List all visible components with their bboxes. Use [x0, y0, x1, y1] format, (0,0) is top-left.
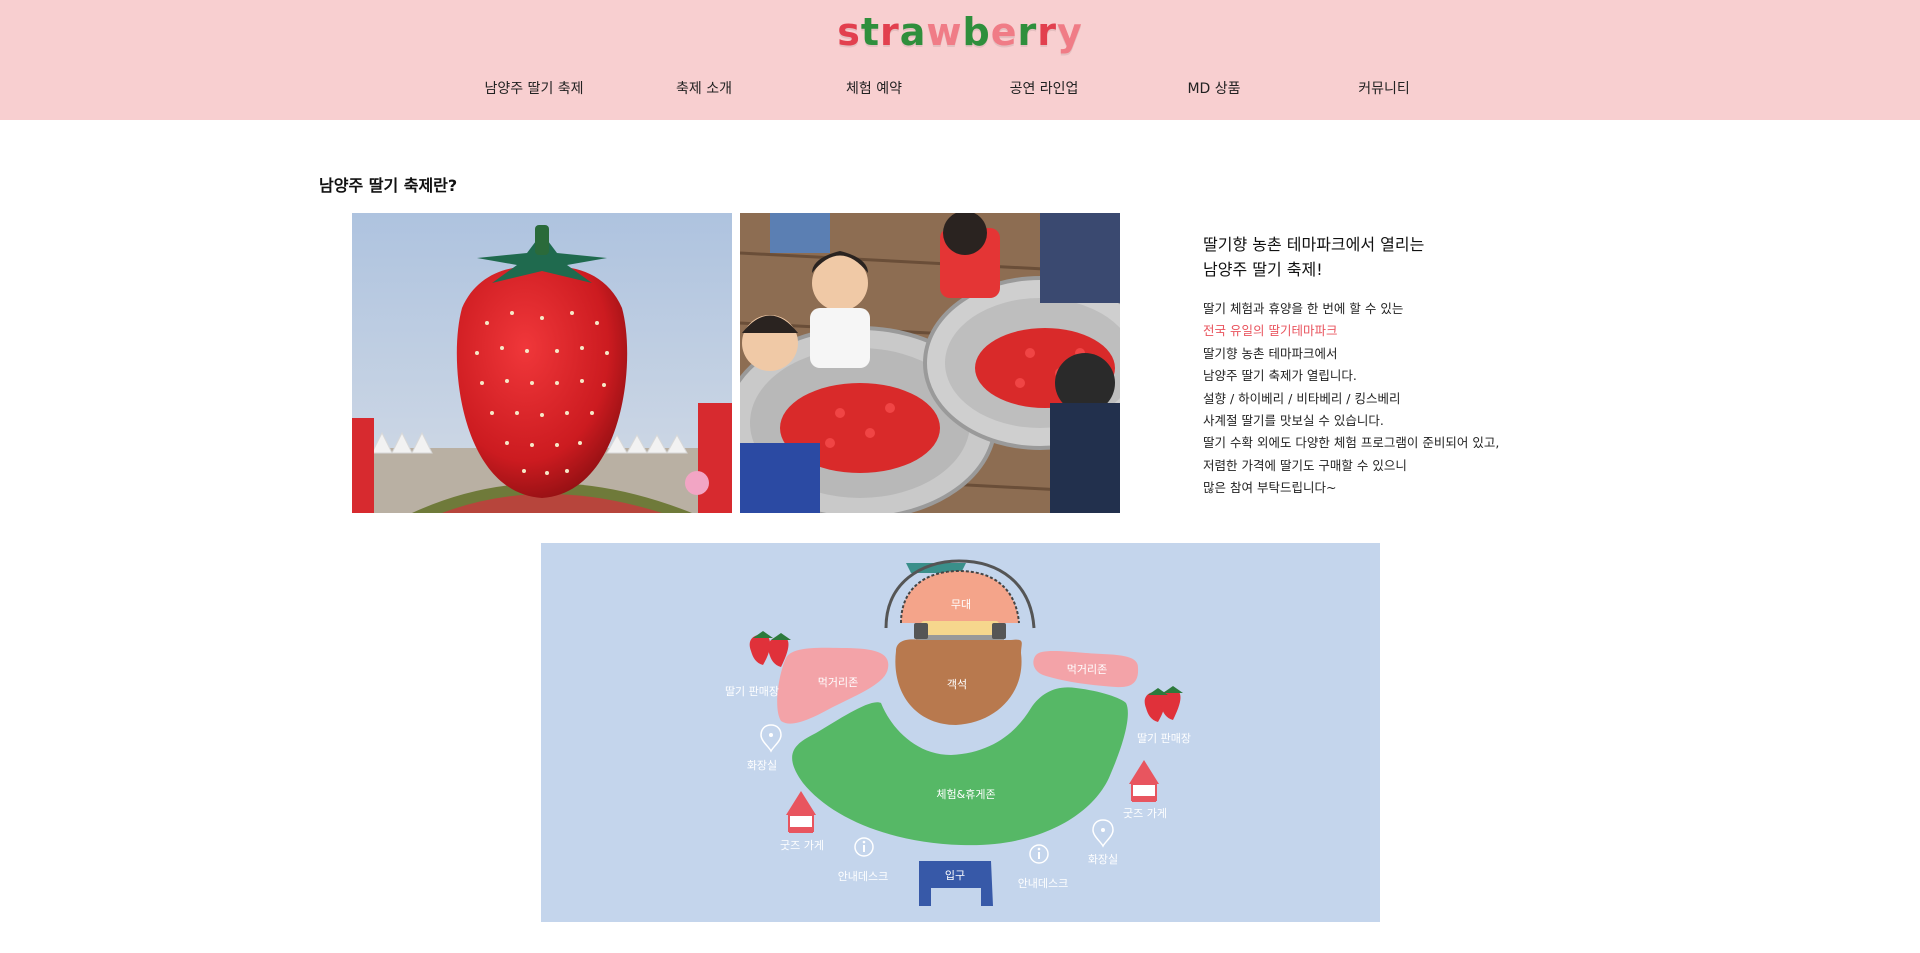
logo-letter: s: [837, 10, 861, 54]
festival-map: 무대 객석 먹거리존 먹거리존 체험&휴게존 입구 딸기 판매장 딸기 판매장 …: [541, 543, 1380, 922]
restroom-left[interactable]: 화장실: [747, 724, 782, 772]
children-strawberry-photo: [740, 213, 1120, 513]
site-header: s t r a w b e r r y 남양주 딸기 축제 축제 소개 체험 예…: [0, 0, 1920, 120]
info-left-label: 안내데스크: [838, 870, 889, 883]
intro-highlight-line: 전국 유일의 딸기테마파크: [1203, 323, 1338, 339]
logo-letter: y: [1057, 10, 1083, 54]
festival-intro: 딸기향 농촌 테마파크에서 열리는 남양주 딸기 축제! 딸기 체험과 휴양을 …: [1203, 232, 1563, 500]
restroom-right[interactable]: 화장실: [1088, 819, 1118, 866]
stage-area[interactable]: 무대: [884, 559, 1036, 641]
strawberry-icon: [1144, 686, 1183, 722]
food-zone-right[interactable]: 먹거리존: [1033, 651, 1139, 688]
logo-letter: a: [899, 10, 927, 54]
experience-label: 체험&휴게존: [936, 788, 995, 801]
shop-stall-icon: [786, 791, 816, 833]
location-pin-icon: [760, 724, 782, 753]
shop-stall-icon: [1129, 760, 1159, 802]
nav-item-md[interactable]: MD 상품: [1187, 78, 1240, 98]
logo-letter: r: [1017, 10, 1038, 54]
strawberry-shop-right[interactable]: 딸기 판매장: [1137, 686, 1191, 745]
info-icon: [1029, 844, 1049, 864]
nav-item-intro[interactable]: 축제 소개: [676, 78, 732, 98]
restroom-left-label: 화장실: [747, 759, 777, 772]
nav-item-reservation[interactable]: 체험 예약: [846, 78, 902, 98]
goods-left-label: 굿즈 가게: [780, 839, 824, 852]
intro-line: 남양주 딸기 축제가 열립니다.: [1203, 368, 1357, 384]
intro-line: 사계절 딸기를 맛보실 수 있습니다.: [1203, 413, 1384, 429]
intro-line: 딸기 수확 외에도 다양한 체험 프로그램이 준비되어 있고,: [1203, 435, 1500, 451]
info-desk-left[interactable]: 안내데스크: [838, 837, 889, 883]
goods-shop-left[interactable]: 굿즈 가게: [780, 791, 824, 852]
logo-letter: t: [860, 10, 881, 54]
logo-letter: r: [880, 10, 900, 54]
logo-letter: w: [926, 10, 963, 54]
logo-letter: e: [990, 10, 1018, 54]
nav-item-festival[interactable]: 남양주 딸기 축제: [484, 78, 583, 98]
strawberry-logo[interactable]: s t r a w b e r r y: [837, 4, 1082, 60]
food-left-label: 먹거리존: [818, 676, 858, 689]
location-pin-icon: [1092, 819, 1114, 848]
food-right-label: 먹거리존: [1067, 663, 1107, 676]
intro-body: 딸기 체험과 휴양을 한 번에 할 수 있는 전국 유일의 딸기테마파크 딸기향…: [1203, 298, 1563, 500]
intro-heading-line1: 딸기향 농촌 테마파크에서 열리는: [1203, 235, 1425, 254]
section-title: 남양주 딸기 축제란?: [319, 176, 458, 195]
seats-area[interactable]: 객석: [895, 639, 1022, 725]
restroom-right-label: 화장실: [1088, 853, 1118, 866]
goods-shop-right[interactable]: 굿즈 가게: [1123, 760, 1167, 820]
entrance[interactable]: 입구: [919, 861, 993, 906]
intro-line: 설향 / 하이베리 / 비타베리 / 킹스베리: [1203, 390, 1401, 406]
stage-label: 무대: [951, 598, 971, 611]
nav-item-lineup[interactable]: 공연 라인업: [1010, 78, 1079, 98]
intro-line: 저렴한 가격에 딸기도 구매할 수 있으니: [1203, 457, 1407, 473]
strawberry-statue-photo: [352, 213, 732, 513]
logo-letter: r: [1037, 10, 1058, 54]
info-desk-right[interactable]: 안내데스크: [1018, 844, 1069, 890]
nav-item-community[interactable]: 커뮤니티: [1358, 78, 1410, 98]
logo-letter: b: [962, 10, 991, 54]
info-right-label: 안내데스크: [1018, 877, 1069, 890]
intro-heading-line2: 남양주 딸기 축제!: [1203, 260, 1323, 279]
seats-label: 객석: [947, 678, 967, 691]
info-icon: [854, 837, 874, 857]
goods-right-label: 굿즈 가게: [1123, 807, 1167, 820]
shop-left-label: 딸기 판매장: [725, 685, 779, 698]
shop-right-label: 딸기 판매장: [1137, 732, 1191, 745]
intro-line: 딸기향 농촌 테마파크에서: [1203, 345, 1338, 361]
main-nav: 남양주 딸기 축제 축제 소개 체험 예약 공연 라인업 MD 상품 커뮤니티: [0, 78, 1920, 102]
entrance-label: 입구: [945, 869, 965, 882]
intro-line: 딸기 체험과 휴양을 한 번에 할 수 있는: [1203, 301, 1404, 316]
intro-line: 많은 참여 부탁드립니다~: [1203, 480, 1337, 496]
